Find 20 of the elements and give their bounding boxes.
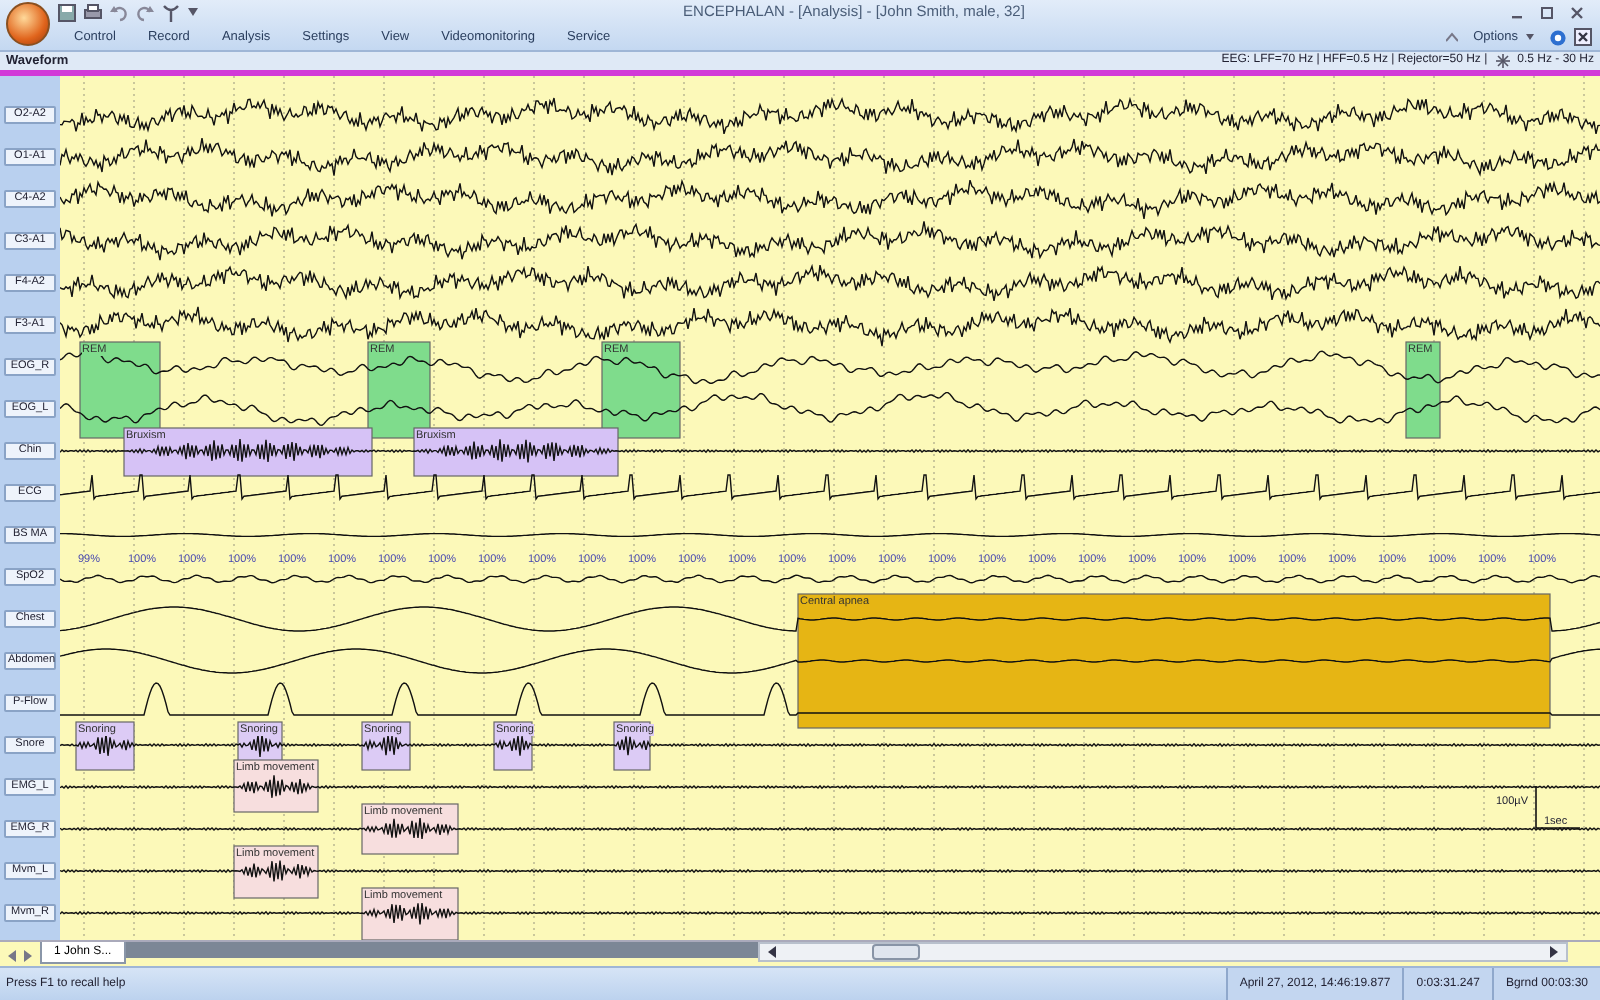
close-icon[interactable] [1574,28,1592,46]
app-logo-icon[interactable] [6,2,50,46]
maximize-icon[interactable] [1540,5,1554,19]
save-icon[interactable] [58,3,76,21]
scroll-thumb[interactable] [872,944,920,960]
redo-icon[interactable] [136,3,154,21]
snowflake-icon[interactable] [1495,54,1510,68]
caret-icon[interactable] [1526,34,1534,40]
help-icon[interactable] [1550,29,1566,45]
close-icon[interactable] [1570,5,1584,19]
print-icon[interactable] [84,3,102,21]
scroll-left-icon[interactable] [768,946,776,958]
antenna-icon[interactable] [162,3,180,21]
horizontal-scrollbar[interactable] [758,942,1568,962]
scale-bar [1535,785,1581,829]
undo-icon[interactable] [110,3,128,21]
collapse-icon[interactable] [1445,32,1458,42]
tab-scroll-arrows-icon[interactable] [8,950,32,962]
dropdown-caret-icon[interactable] [188,8,198,16]
scroll-right-icon[interactable] [1550,946,1558,958]
